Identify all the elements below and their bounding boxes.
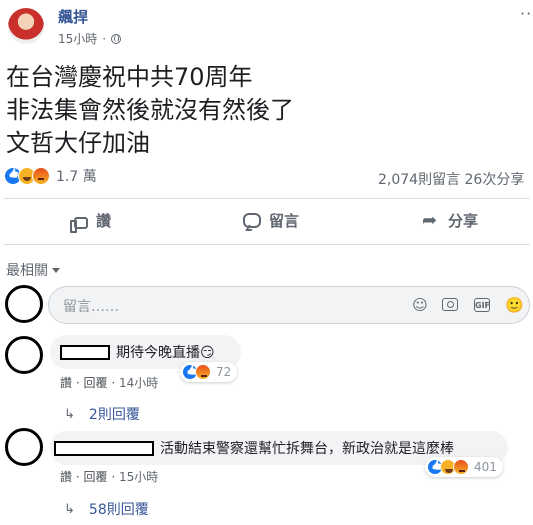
comment-sort-dropdown[interactable]: 最相關 (6, 260, 60, 280)
comment-input[interactable]: 留言…… ☺ GIF 🙂 (48, 286, 530, 324)
comment-reply-link[interactable]: 回覆 (84, 376, 108, 390)
share-icon: ➦ (422, 209, 438, 231)
comment-text: 期待今晚直播😏 (116, 345, 215, 361)
view-replies-link[interactable]: ↳ 58則回覆 (64, 499, 149, 519)
comment-time[interactable]: 15小時 (119, 470, 158, 484)
thumbs-up-icon (70, 216, 88, 233)
comment-text: 活動結束警察還幫忙拆舞台，新政治就是這麼棒 (160, 441, 454, 457)
divider (4, 198, 530, 199)
caret-down-icon (52, 267, 60, 273)
post-text-line-1: 在台灣慶祝中共70周年 (6, 63, 253, 91)
meta-separator: · (75, 470, 80, 484)
meta-separator: · (111, 470, 116, 484)
like-button[interactable]: 讚 (70, 210, 112, 233)
divider (4, 244, 530, 245)
angry-reaction-icon (195, 364, 211, 380)
post-text-line-2: 非法集會然後就沒有然後了 (6, 96, 294, 124)
sort-label: 最相關 (6, 263, 48, 279)
share-button-label: 分享 (448, 212, 479, 230)
comment-reactions[interactable]: 72 (180, 362, 238, 382)
angry-reaction-icon (453, 459, 469, 475)
comment-reaction-count: 72 (216, 365, 232, 379)
view-replies-link[interactable]: ↳ 2則回覆 (64, 404, 140, 424)
comment-time[interactable]: 14小時 (119, 376, 158, 390)
share-button[interactable]: ➦ 分享 (422, 210, 478, 231)
comment-icon (243, 213, 261, 228)
reply-arrow-icon: ↳ (64, 501, 75, 517)
comment-button-label: 留言 (269, 212, 300, 230)
like-button-label: 讚 (96, 212, 112, 230)
reply-arrow-icon: ↳ (64, 406, 75, 422)
emoji-icon[interactable]: ☺ (411, 296, 429, 314)
comment-reaction-count: 401 (474, 460, 497, 474)
comment-like-link[interactable]: 讚 (60, 376, 72, 390)
post-text-line-3: 文哲大仔加油 (6, 129, 150, 157)
reaction-summary[interactable]: 1.7 萬 (4, 166, 97, 186)
comment-share-stats[interactable]: 2,074則留言 26次分享 (378, 169, 524, 189)
comment-button[interactable]: 留言 (243, 210, 299, 231)
commenter-avatar[interactable] (5, 336, 43, 374)
comment-actions: 讚 · 回覆 · 14小時 (60, 374, 158, 391)
redacted-name (60, 344, 110, 360)
commenter-avatar[interactable] (5, 428, 43, 466)
more-options-icon[interactable]: ··· (520, 4, 533, 23)
gif-icon[interactable]: GIF (474, 298, 490, 312)
post-time[interactable]: 15小時 (58, 30, 97, 47)
globe-icon[interactable] (111, 33, 122, 44)
my-avatar (5, 285, 43, 323)
comment-reply-link[interactable]: 回覆 (84, 470, 108, 484)
meta-separator: · (111, 376, 116, 390)
replies-count: 58則回覆 (88, 502, 149, 518)
comment-input-placeholder: 留言…… (63, 299, 119, 315)
replies-count: 2則回覆 (88, 407, 140, 423)
meta-separator: · (102, 31, 107, 46)
comment-like-link[interactable]: 讚 (60, 470, 72, 484)
author-avatar[interactable] (8, 8, 44, 44)
reaction-count: 1.7 萬 (56, 169, 97, 185)
sticker-icon[interactable]: 🙂 (505, 296, 524, 314)
meta-separator: · (75, 376, 80, 390)
comment-actions: 讚 · 回覆 · 15小時 (60, 468, 158, 485)
author-name[interactable]: 飆捍 (58, 6, 88, 27)
camera-icon[interactable] (442, 298, 458, 311)
comment-reactions[interactable]: 401 (425, 457, 503, 477)
post-meta: 15小時 · (58, 30, 122, 47)
redacted-name (54, 440, 154, 456)
angry-reaction-icon (32, 167, 50, 185)
